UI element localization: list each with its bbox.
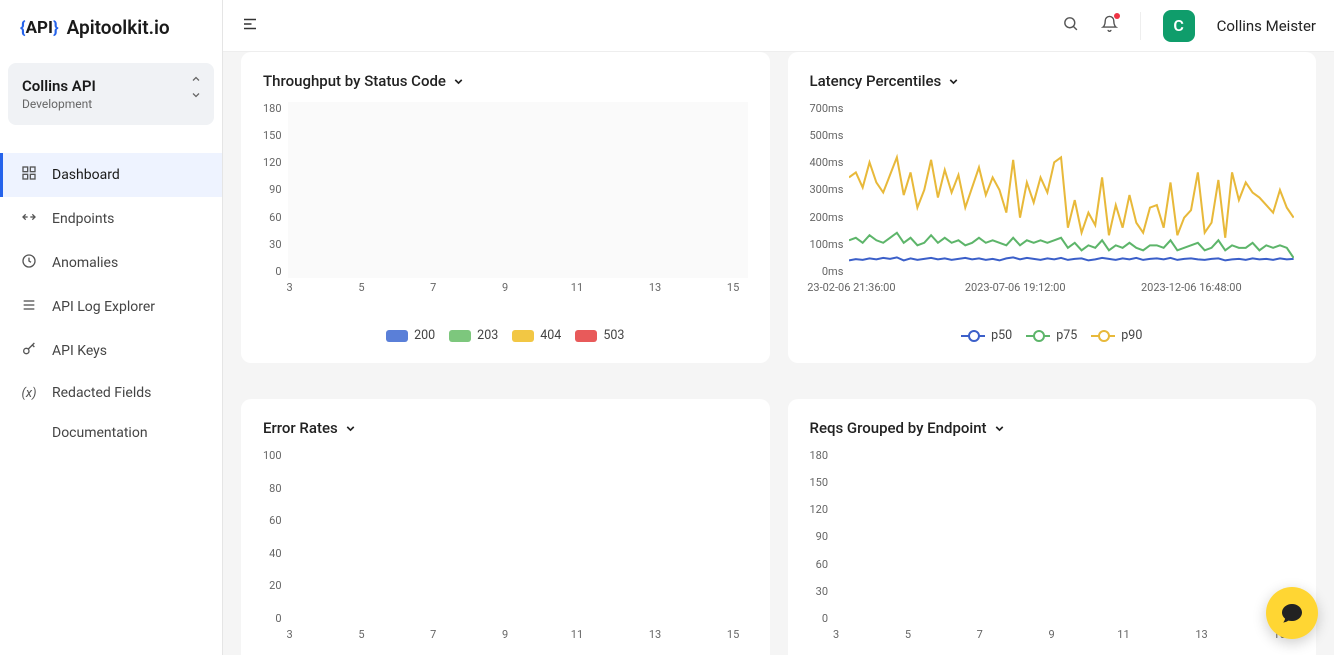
arrows-icon (20, 209, 38, 229)
sidebar-item-label: Documentation (52, 425, 148, 441)
card-latency: Latency Percentiles 700ms500ms400ms300ms… (788, 52, 1317, 363)
grid-icon (20, 165, 38, 185)
key-icon (20, 341, 38, 361)
card-title-latency[interactable]: Latency Percentiles (810, 72, 1295, 90)
sidebar-item-label: API Keys (52, 343, 107, 359)
sidebar-item-log-explorer[interactable]: API Log Explorer (0, 285, 222, 329)
card-errors: Error Rates 100806040200 3579111315 404 … (241, 399, 770, 655)
chat-bubble-icon[interactable] (1266, 587, 1318, 639)
chevron-down-icon (947, 75, 960, 88)
card-reqs: Reqs Grouped by Endpoint 180150120906030… (788, 399, 1317, 655)
sidebar-item-docs[interactable]: Documentation (0, 413, 222, 453)
nav: Dashboard Endpoints Anomalies API Log Ex… (0, 145, 222, 461)
chart-latency: 700ms500ms400ms300ms200ms100ms0ms 23-02-… (810, 102, 1295, 302)
list-icon (20, 297, 38, 317)
sidebar-item-label: Redacted Fields (52, 385, 151, 401)
card-title-errors[interactable]: Error Rates (263, 419, 748, 437)
sidebar-item-label: Anomalies (52, 255, 118, 271)
search-icon[interactable] (1062, 15, 1079, 36)
sidebar-item-redacted[interactable]: (x) Redacted Fields (0, 373, 222, 413)
menu-toggle-icon[interactable] (241, 15, 259, 37)
project-selector[interactable]: Collins API Development (8, 63, 214, 125)
project-name: Collins API (22, 77, 200, 95)
sidebar: {API} Apitoolkit.io Collins API Developm… (0, 0, 223, 655)
sidebar-item-anomalies[interactable]: Anomalies (0, 241, 222, 285)
legend-throughput: 200 203 404 503 (263, 328, 748, 343)
card-title-throughput[interactable]: Throughput by Status Code (263, 72, 748, 90)
chart-errors: 100806040200 3579111315 (263, 449, 748, 649)
chevron-down-icon (190, 89, 202, 101)
chevron-down-icon (993, 422, 1006, 435)
bell-icon[interactable] (1101, 15, 1118, 36)
legend-latency: p50 p75 p90 (810, 328, 1295, 343)
logo-text: Apitoolkit.io (67, 16, 170, 39)
chart-reqs: 1801501209060300 3579111315 (810, 449, 1295, 649)
clock-icon (20, 253, 38, 273)
card-title-reqs[interactable]: Reqs Grouped by Endpoint (810, 419, 1295, 437)
sidebar-item-label: API Log Explorer (52, 299, 155, 315)
sidebar-item-endpoints[interactable]: Endpoints (0, 197, 222, 241)
sidebar-item-label: Endpoints (52, 211, 114, 227)
avatar[interactable]: C (1163, 10, 1195, 42)
chevron-down-icon (344, 422, 357, 435)
sidebar-item-api-keys[interactable]: API Keys (0, 329, 222, 373)
sidebar-item-dashboard[interactable]: Dashboard (0, 153, 222, 197)
chevron-up-icon (190, 73, 202, 85)
card-throughput: Throughput by Status Code 18015012090603… (241, 52, 770, 363)
project-env: Development (22, 97, 200, 111)
logo[interactable]: {API} Apitoolkit.io (0, 0, 222, 55)
logo-icon: {API} (20, 18, 59, 38)
variable-icon: (x) (20, 386, 38, 401)
chart-throughput: 1801501209060300 3579111315 (263, 102, 748, 302)
chevron-down-icon (452, 75, 465, 88)
user-name: Collins Meister (1217, 17, 1316, 35)
sidebar-item-label: Dashboard (52, 167, 120, 183)
topbar: C Collins Meister (223, 0, 1334, 52)
